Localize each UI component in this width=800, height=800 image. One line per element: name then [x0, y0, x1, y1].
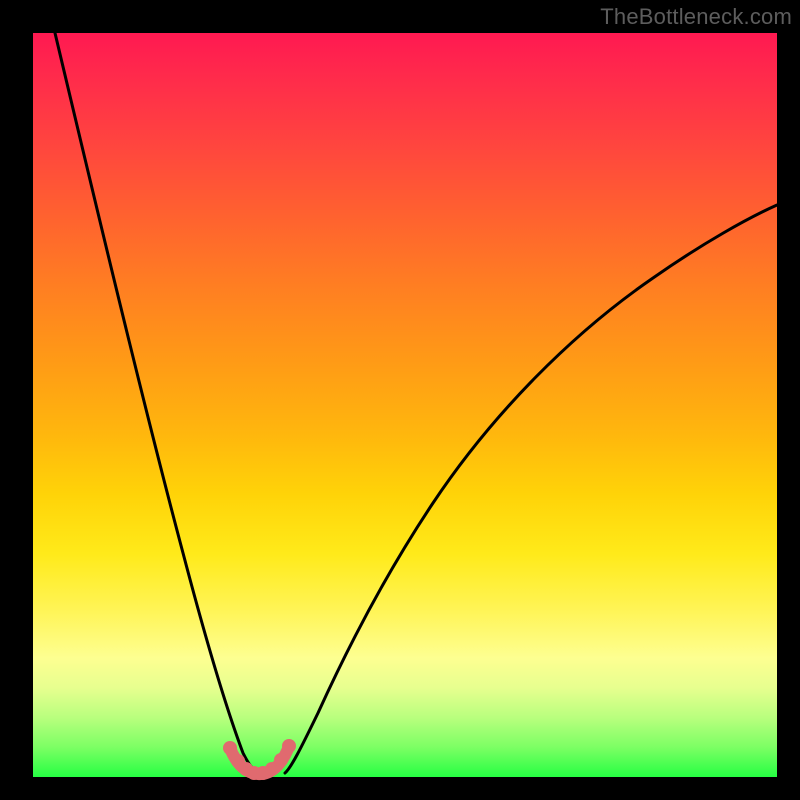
left-curve	[55, 33, 258, 773]
right-curve	[285, 205, 777, 773]
chart-frame: TheBottleneck.com	[0, 0, 800, 800]
curve-layer	[33, 33, 777, 777]
watermark-text: TheBottleneck.com	[600, 4, 792, 30]
